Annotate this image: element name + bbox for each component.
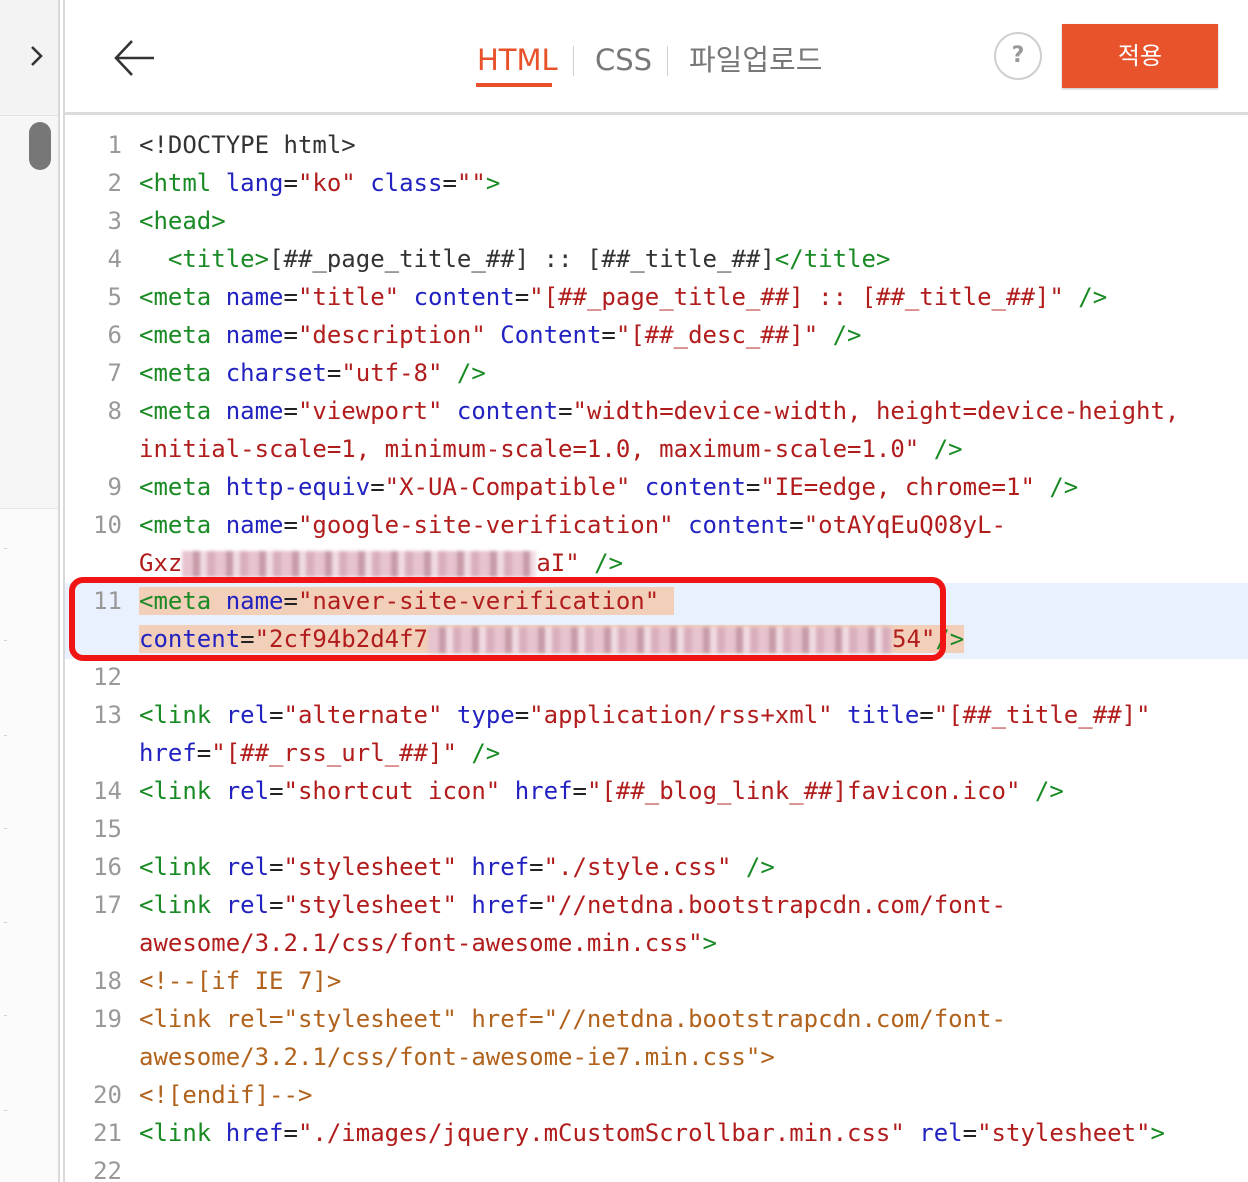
divider	[58, 0, 60, 1182]
line-number: 4	[107, 245, 122, 273]
code-line: 2 <html lang="ko" class="">	[65, 164, 1248, 202]
line-number: 15	[93, 815, 122, 843]
code-text: <meta name="google-site-verification" co…	[139, 511, 1006, 539]
code-text: <![endif]-->	[139, 1081, 313, 1109]
code-text: <!DOCTYPE html>	[139, 131, 356, 159]
tab-separator	[573, 46, 574, 76]
redacted-value	[182, 551, 537, 577]
ruler-tick	[4, 1110, 7, 1111]
code-text: <html lang="ko" class="">	[139, 169, 501, 197]
apply-button[interactable]: 적용	[1062, 24, 1218, 88]
code-text: <link rel="shortcut icon" href="[##_blog…	[139, 777, 1064, 805]
side-pane	[0, 116, 58, 509]
code-line-wrap: awesome/3.2.1/css/font-awesome.min.css">	[65, 924, 1248, 962]
code-text: <!--[if IE 7]>	[139, 967, 342, 995]
line-number: 22	[93, 1157, 122, 1182]
line-number: 12	[93, 663, 122, 691]
ruler-tick	[4, 1015, 7, 1016]
code-line: 17 <link rel="stylesheet" href="//netdna…	[65, 886, 1248, 924]
code-line: 4 <title>[##_page_title_##] :: [##_title…	[65, 240, 1248, 278]
code-line: 8 <meta name="viewport" content="width=d…	[65, 392, 1248, 430]
line-number: 21	[93, 1119, 122, 1147]
code-line-wrap: href="[##_rss_url_##]" />	[65, 734, 1248, 772]
code-line: 14 <link rel="shortcut icon" href="[##_b…	[65, 772, 1248, 810]
code-text: awesome/3.2.1/css/font-awesome-ie7.min.c…	[139, 1043, 775, 1071]
line-number: 3	[107, 207, 122, 235]
line-number: 6	[107, 321, 122, 349]
line-number: 7	[107, 359, 122, 387]
code-text: <link rel="stylesheet" href="//netdna.bo…	[139, 1005, 1006, 1033]
tab-file-upload[interactable]: 파일업로드	[689, 40, 822, 80]
ruler-tick	[4, 735, 7, 736]
code-line: 20 <![endif]-->	[65, 1076, 1248, 1114]
line-number: 1	[107, 131, 122, 159]
code-text: <title>[##_page_title_##] :: [##_title_#…	[167, 245, 891, 273]
ruler-tick	[4, 548, 7, 549]
code-text: href="[##_rss_url_##]" />	[139, 739, 501, 767]
code-text: <link rel="alternate" type="application/…	[139, 701, 1151, 729]
line-number: 13	[93, 701, 122, 729]
line-number: 5	[107, 283, 122, 311]
tab-css[interactable]: CSS	[595, 40, 652, 80]
code-text: <meta name="description" Content="[##_de…	[139, 321, 862, 349]
line-number: 2	[107, 169, 122, 197]
code-text: <head>	[139, 207, 226, 235]
code-line: 7 <meta charset="utf-8" />	[65, 354, 1248, 392]
line-number: 14	[93, 777, 122, 805]
code-line: 22	[65, 1152, 1248, 1182]
code-line-wrap: awesome/3.2.1/css/font-awesome-ie7.min.c…	[65, 1038, 1248, 1076]
code-line: 21 <link href="./images/jquery.mCustomSc…	[65, 1114, 1248, 1152]
code-text: <meta http-equiv="X-UA-Compatible" conte…	[139, 473, 1079, 501]
line-number: 19	[93, 1005, 122, 1033]
line-number: 16	[93, 853, 122, 881]
code-text: <meta charset="utf-8" />	[139, 359, 486, 387]
code-line-wrap: initial-scale=1, minimum-scale=1.0, maxi…	[65, 430, 1248, 468]
code-line: 16 <link rel="stylesheet" href="./style.…	[65, 848, 1248, 886]
ruler-tick	[4, 922, 7, 923]
code-line: 5 <meta name="title" content="[##_page_t…	[65, 278, 1248, 316]
code-line: 1 <!DOCTYPE html>	[65, 126, 1248, 164]
code-line: 12	[65, 658, 1248, 696]
code-text: initial-scale=1, minimum-scale=1.0, maxi…	[139, 435, 963, 463]
sidebar-toggle[interactable]	[0, 0, 58, 116]
line-number: 20	[93, 1081, 122, 1109]
line-number: 10	[93, 511, 122, 539]
code-line: 13 <link rel="alternate" type="applicati…	[65, 696, 1248, 734]
code-text: <link rel="stylesheet" href="//netdna.bo…	[139, 891, 1006, 919]
code-line: 9 <meta http-equiv="X-UA-Compatible" con…	[65, 468, 1248, 506]
code-text: <link rel="stylesheet" href="./style.css…	[139, 853, 775, 881]
code-line: 6 <meta name="description" Content="[##_…	[65, 316, 1248, 354]
code-text: awesome/3.2.1/css/font-awesome.min.css">	[139, 929, 717, 957]
line-number: 18	[93, 967, 122, 995]
line-number: 8	[107, 397, 122, 425]
code-text: <link href="./images/jquery.mCustomScrol…	[139, 1119, 1165, 1147]
back-arrow-icon[interactable]	[110, 34, 158, 82]
ruler-tick	[4, 828, 7, 829]
code-line: 10 <meta name="google-site-verification"…	[65, 506, 1248, 544]
line-number: 17	[93, 891, 122, 919]
code-line: 3 <head>	[65, 202, 1248, 240]
code-line: 18 <!--[if IE 7]>	[65, 962, 1248, 1000]
tab-html[interactable]: HTML	[477, 40, 558, 80]
active-tab-indicator	[476, 83, 552, 87]
help-button[interactable]: ?	[994, 32, 1042, 80]
line-number: 9	[107, 473, 122, 501]
code-text: <meta name="viewport" content="width=dev…	[139, 397, 1180, 425]
code-text: <meta name="title" content="[##_page_tit…	[139, 283, 1108, 311]
highlight-annotation-box	[69, 577, 946, 661]
tab-separator	[667, 46, 668, 76]
scrollbar-thumb[interactable]	[29, 122, 51, 170]
code-line: 15	[65, 810, 1248, 848]
ruler-tick	[4, 640, 7, 641]
chevron-right-icon[interactable]	[22, 38, 50, 74]
left-panel	[0, 0, 58, 1182]
code-line: 19 <link rel="stylesheet" href="//netdna…	[65, 1000, 1248, 1038]
